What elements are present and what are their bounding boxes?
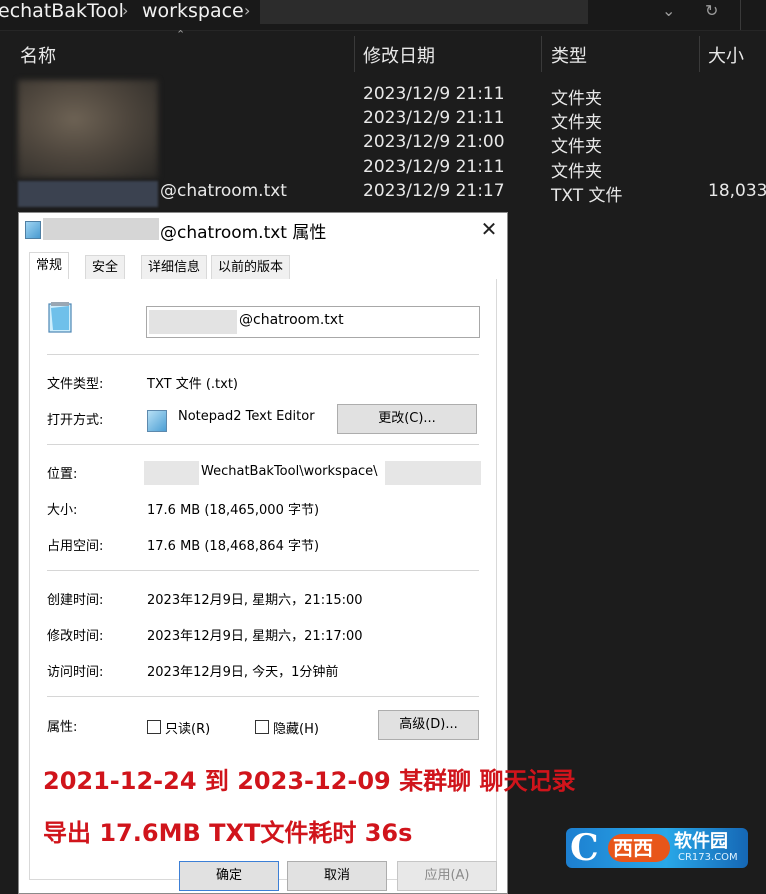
tab-details[interactable]: 详细信息 xyxy=(141,255,208,279)
readonly-label[interactable]: 只读(R) xyxy=(165,718,210,737)
annotation-line-1: 2021-12-24 到 2023-12-09 某群聊 聊天记录 xyxy=(43,767,576,795)
redacted-folder-names xyxy=(18,80,158,178)
cancel-button[interactable]: 取消 xyxy=(287,861,387,891)
dialog-title-bar[interactable]: @chatroom.txt 属性 ✕ xyxy=(19,213,507,245)
redacted-location xyxy=(385,461,481,485)
column-divider[interactable] xyxy=(699,36,700,72)
location-label: 位置: xyxy=(47,467,78,482)
breadcrumb-segment-wechatbaktool[interactable]: echatBakTool xyxy=(0,0,124,24)
modified-value: 2023年12月9日, 星期六，21:17:00 xyxy=(147,629,363,644)
file-type-label: 文件类型: xyxy=(47,377,104,392)
divider xyxy=(47,696,479,697)
row-modified: 2023/12/9 21:00 xyxy=(363,132,505,152)
chevron-right-icon: › xyxy=(244,1,251,20)
cr173-watermark-logo: C 西西 软件园 CR173.COM xyxy=(566,828,748,868)
file-name-value: @chatroom.txt xyxy=(239,312,344,328)
notepad2-icon xyxy=(147,410,167,432)
change-button[interactable]: 更改(C)... xyxy=(337,404,477,434)
redacted-file-name xyxy=(149,310,237,334)
file-type-value: TXT 文件 (.txt) xyxy=(147,377,238,392)
chevron-right-icon: › xyxy=(122,1,129,20)
redacted-file-name xyxy=(18,181,158,207)
divider xyxy=(740,0,741,30)
redacted-breadcrumb xyxy=(260,0,588,24)
notepad-icon xyxy=(25,221,41,239)
column-header-name[interactable]: 名称 xyxy=(20,42,56,68)
accessed-label: 访问时间: xyxy=(47,665,104,680)
column-header-modified[interactable]: 修改日期 xyxy=(363,42,435,68)
tab-security[interactable]: 安全 xyxy=(85,255,126,279)
watermark-name: 软件园 xyxy=(674,831,728,852)
ok-button[interactable]: 确定 xyxy=(179,861,279,891)
divider xyxy=(47,570,479,571)
column-divider[interactable] xyxy=(541,36,542,72)
close-icon[interactable]: ✕ xyxy=(475,215,503,243)
chevron-down-icon[interactable]: ⌄ xyxy=(662,0,675,24)
row-modified: 2023/12/9 21:11 xyxy=(363,157,505,177)
apply-button[interactable]: 应用(A) xyxy=(397,861,497,891)
tab-strip: 常规 安全 详细信息 以前的版本 xyxy=(29,252,497,280)
column-divider[interactable] xyxy=(354,36,355,72)
size-label: 大小: xyxy=(47,503,78,518)
redacted-title xyxy=(43,218,159,240)
notepad-file-icon xyxy=(48,302,72,333)
divider xyxy=(47,354,479,355)
watermark-badge-text: 西西 xyxy=(613,836,653,860)
column-header-size[interactable]: 大小 xyxy=(708,42,744,68)
size-on-disk-label: 占用空间: xyxy=(47,539,104,554)
row-type: TXT 文件 xyxy=(551,186,623,206)
divider xyxy=(47,444,479,445)
refresh-icon[interactable]: ↻ xyxy=(705,0,718,24)
address-bar[interactable]: echatBakTool › workspace › ⌄ ↻ xyxy=(0,0,766,31)
tab-general[interactable]: 常规 xyxy=(29,252,70,280)
properties-dialog: @chatroom.txt 属性 ✕ 常规 安全 详细信息 以前的版本 @cha… xyxy=(18,212,575,894)
row-type: 文件夹 xyxy=(551,89,602,109)
hidden-label[interactable]: 隐藏(H) xyxy=(273,718,319,737)
size-on-disk-value: 17.6 MB (18,468,864 字节) xyxy=(147,539,320,554)
open-with-label: 打开方式: xyxy=(47,413,104,428)
readonly-checkbox[interactable] xyxy=(147,720,161,734)
row-type: 文件夹 xyxy=(551,137,602,157)
advanced-button[interactable]: 高级(D)... xyxy=(378,710,479,740)
open-with-value: Notepad2 Text Editor xyxy=(178,409,315,424)
tab-previous-versions[interactable]: 以前的版本 xyxy=(211,255,291,279)
row-type: 文件夹 xyxy=(551,113,602,133)
row-modified: 2023/12/9 21:17 xyxy=(363,181,505,201)
breadcrumb-segment-workspace[interactable]: workspace xyxy=(142,0,244,24)
row-file-name[interactable]: @chatroom.txt xyxy=(160,181,287,201)
row-type: 文件夹 xyxy=(551,162,602,182)
annotation-line-2: 导出 17.6MB TXT文件耗时 36s xyxy=(43,819,413,847)
row-modified: 2023/12/9 21:11 xyxy=(363,84,505,104)
row-size: 18,033 xyxy=(708,181,766,201)
column-header-type[interactable]: 类型 xyxy=(551,42,587,68)
size-value: 17.6 MB (18,465,000 字节) xyxy=(147,503,320,518)
accessed-value: 2023年12月9日, 今天，1分钟前 xyxy=(147,665,339,680)
dialog-title: @chatroom.txt 属性 xyxy=(160,223,327,243)
modified-label: 修改时间: xyxy=(47,629,104,644)
location-value: WechatBakTool\workspace\ xyxy=(201,464,378,479)
watermark-url: CR173.COM xyxy=(678,852,738,863)
attributes-label: 属性: xyxy=(47,720,78,735)
file-name-field[interactable]: @chatroom.txt xyxy=(146,306,480,338)
sort-ascending-icon: ⌃ xyxy=(176,28,186,41)
created-value: 2023年12月9日, 星期六，21:15:00 xyxy=(147,593,363,608)
hidden-checkbox[interactable] xyxy=(255,720,269,734)
row-modified: 2023/12/9 21:11 xyxy=(363,108,505,128)
redacted-location xyxy=(144,461,199,485)
watermark-letter: C xyxy=(570,827,599,869)
created-label: 创建时间: xyxy=(47,593,104,608)
